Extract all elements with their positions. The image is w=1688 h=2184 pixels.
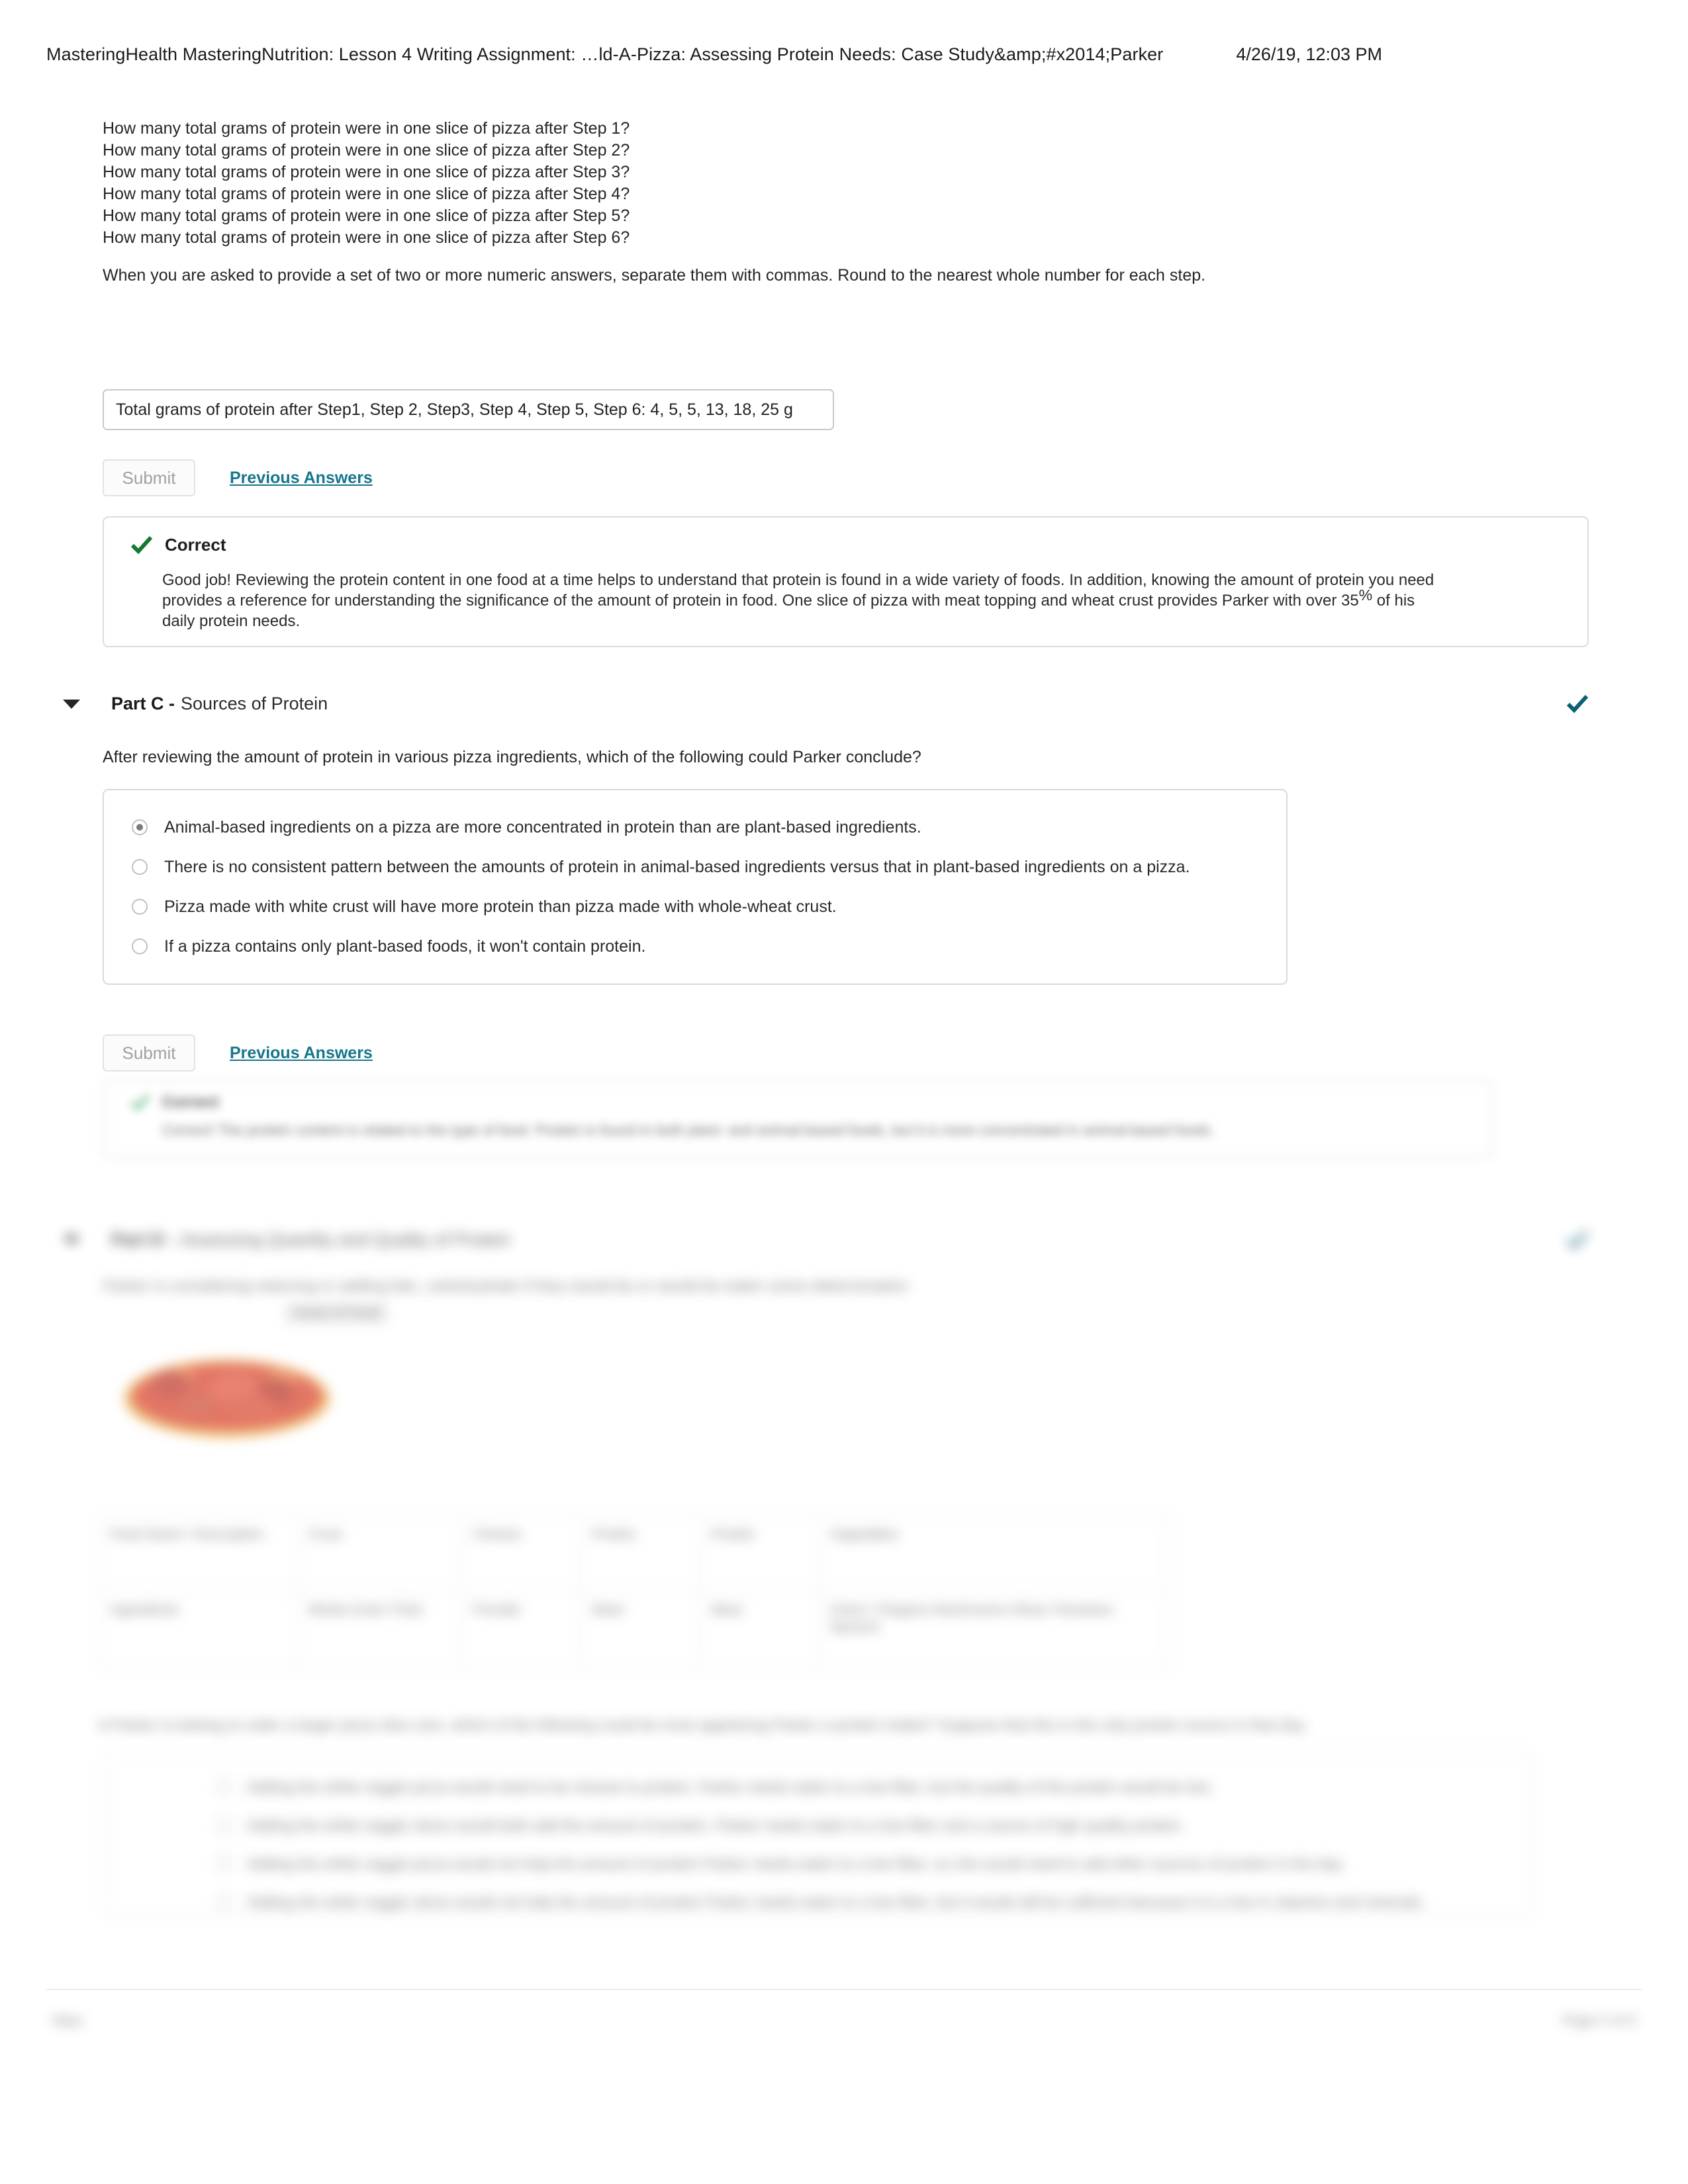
table-header-cell: Crust [297, 1517, 463, 1591]
feedback-header: Correct [104, 518, 1587, 555]
table-cell: Onion / Peppers Mushrooms Olives Tomatoe… [829, 1602, 1113, 1635]
radio-button[interactable] [216, 1856, 232, 1872]
chevron-down-icon[interactable] [63, 1235, 80, 1245]
pizza-topping [177, 1391, 217, 1418]
footer-url: https [52, 2012, 83, 2028]
part-d-table: Food Name / Description Crust Cheese Pro… [98, 1516, 1170, 1668]
choice-label: Adding the white veggie pizza would not … [247, 1855, 1346, 1872]
part-d-label: Part D - [111, 1230, 175, 1250]
table-cell: Ingredients [99, 1592, 298, 1666]
feedback-body-line-4: daily protein needs. [162, 612, 301, 630]
table-header-cell: Cheese [463, 1517, 582, 1591]
part-c-title: Sources of Protein [181, 694, 328, 713]
choice-label: Adding the white veggie pizza would need… [247, 1778, 1213, 1796]
table-header-row: Food Name / Description Crust Cheese Pro… [99, 1517, 1169, 1592]
print-header: MasteringHealth MasteringNutrition: Less… [0, 41, 1688, 68]
choice-option[interactable]: Pizza made with white crust will have mo… [104, 887, 1286, 927]
pizza-topping [230, 1394, 277, 1420]
footer-divider [46, 1989, 1642, 1990]
question-line: How many total grams of protein were in … [103, 141, 630, 159]
choice-option[interactable]: Animal-based ingredients on a pizza are … [104, 807, 1286, 847]
radio-button[interactable] [216, 1894, 232, 1910]
answer-input-value: Total grams of protein after Step1, Step… [116, 400, 793, 419]
part-d-status-check-icon [1566, 1230, 1589, 1250]
part-b-submit-row: Submit Previous Answers [103, 459, 373, 496]
pizza-photo [124, 1350, 330, 1443]
footer-page-number: Page 4 of 5 [1562, 2012, 1636, 2028]
choice-label: Animal-based ingredients on a pizza are … [164, 818, 921, 837]
table-header-cell: Protein [700, 1517, 820, 1591]
feedback-body: Correct! The protein content is related … [162, 1122, 1215, 1138]
feedback-body-line-2: provides a reference for understanding t… [162, 592, 1359, 610]
radio-button[interactable] [132, 819, 148, 835]
percent-math: % [1359, 586, 1372, 611]
table-header-cell: Food Name / Description [99, 1517, 298, 1591]
table-header-cell: Protein [581, 1517, 700, 1591]
part-d-header[interactable]: Part D - Assessing Quantity and Quality … [63, 1230, 1589, 1250]
choice-option[interactable]: Adding the white veggie pizza would need… [104, 1768, 1531, 1806]
document-title: MasteringHealth MasteringNutrition: Less… [46, 44, 1164, 64]
question-line: How many total grams of protein were in … [103, 206, 630, 225]
table-cell: Meat [700, 1592, 820, 1666]
part-c-submit-row: Submit Previous Answers [103, 1034, 373, 1071]
submit-button[interactable]: Submit [103, 1034, 195, 1071]
feedback-body-line-3: of his [1372, 592, 1415, 610]
part-c-choice-group: Animal-based ingredients on a pizza are … [103, 789, 1288, 985]
check-icon [130, 535, 153, 555]
question-line: How many total grams of protein were in … [103, 185, 630, 203]
part-c-label: Part C - [111, 694, 175, 713]
choice-option[interactable]: If a pizza contains only plant-based foo… [104, 927, 1286, 966]
part-b-feedback-card: Correct Good job! Reviewing the protein … [103, 516, 1589, 647]
table-cell: Meat [581, 1592, 700, 1666]
previous-answers-link[interactable]: Previous Answers [230, 469, 373, 488]
check-icon [130, 1094, 150, 1111]
feedback-status: Correct [165, 535, 226, 555]
feedback-status: Correct [162, 1093, 219, 1111]
feedback-body-line-1: Good job! Reviewing the protein content … [162, 571, 1434, 589]
radio-button[interactable] [132, 899, 148, 915]
choice-label: There is no consistent pattern between t… [164, 858, 1190, 876]
question-line: How many total grams of protein were in … [103, 228, 630, 247]
choice-label: If a pizza contains only plant-based foo… [164, 937, 646, 956]
question-line: How many total grams of protein were in … [103, 163, 630, 181]
table-cell: Whole-Grain Thick [297, 1592, 463, 1666]
answer-format-note: When you are asked to provide a set of t… [103, 266, 1206, 285]
feedback-header: Correct [104, 1081, 1491, 1112]
part-c-status-check-icon [1566, 694, 1589, 714]
choice-option[interactable]: Adding the white veggie slices would bot… [104, 1806, 1531, 1844]
part-c-header[interactable]: Part C - Sources of Protein [63, 694, 1589, 714]
table-header-cell: Vegetables [829, 1527, 899, 1542]
percent-sign: % [1358, 586, 1373, 604]
choice-option[interactable]: Adding the white veggie pizza would not … [104, 1844, 1531, 1883]
part-d-sub-note: meal of food [285, 1302, 389, 1324]
radio-button[interactable] [216, 1817, 232, 1833]
choice-label: Pizza made with white crust will have mo… [164, 897, 837, 916]
part-b-question-list: How many total grams of protein were in … [103, 118, 1228, 249]
part-d-question-2: A Parker is looking to order a larger pi… [98, 1716, 1307, 1733]
radio-button[interactable] [132, 859, 148, 875]
part-d-question: Parker is considering reducing or adding… [103, 1277, 908, 1295]
question-line: How many total grams of protein were in … [103, 119, 630, 138]
choice-option[interactable]: There is no consistent pattern between t… [104, 847, 1286, 887]
answer-input[interactable]: Total grams of protein after Step1, Step… [103, 389, 834, 430]
previous-answers-link[interactable]: Previous Answers [230, 1044, 373, 1063]
table-row: Ingredients Whole-Grain Thick Provide Me… [99, 1592, 1169, 1666]
table-cell: Provide [463, 1592, 582, 1666]
feedback-body: Good job! Reviewing the protein content … [162, 570, 1557, 631]
print-timestamp: 4/26/19, 12:03 PM [1236, 44, 1383, 64]
part-c-feedback-card: Correct Correct! The protein content is … [103, 1080, 1493, 1158]
part-d-choice-group: Adding the white veggie pizza would need… [103, 1751, 1532, 1916]
part-d-title: Assessing Quantity and Quality of Protei… [181, 1230, 511, 1250]
choice-option[interactable]: Adding the white veggie slices would not… [104, 1883, 1531, 1921]
submit-button[interactable]: Submit [103, 459, 195, 496]
chevron-down-icon[interactable] [63, 699, 80, 709]
choice-label: Adding the white veggie slices would not… [247, 1893, 1426, 1911]
radio-button[interactable] [132, 938, 148, 954]
choice-label: Adding the white veggie slices would bot… [247, 1817, 1184, 1834]
radio-button[interactable] [216, 1779, 232, 1795]
part-c-question: After reviewing the amount of protein in… [103, 748, 921, 766]
